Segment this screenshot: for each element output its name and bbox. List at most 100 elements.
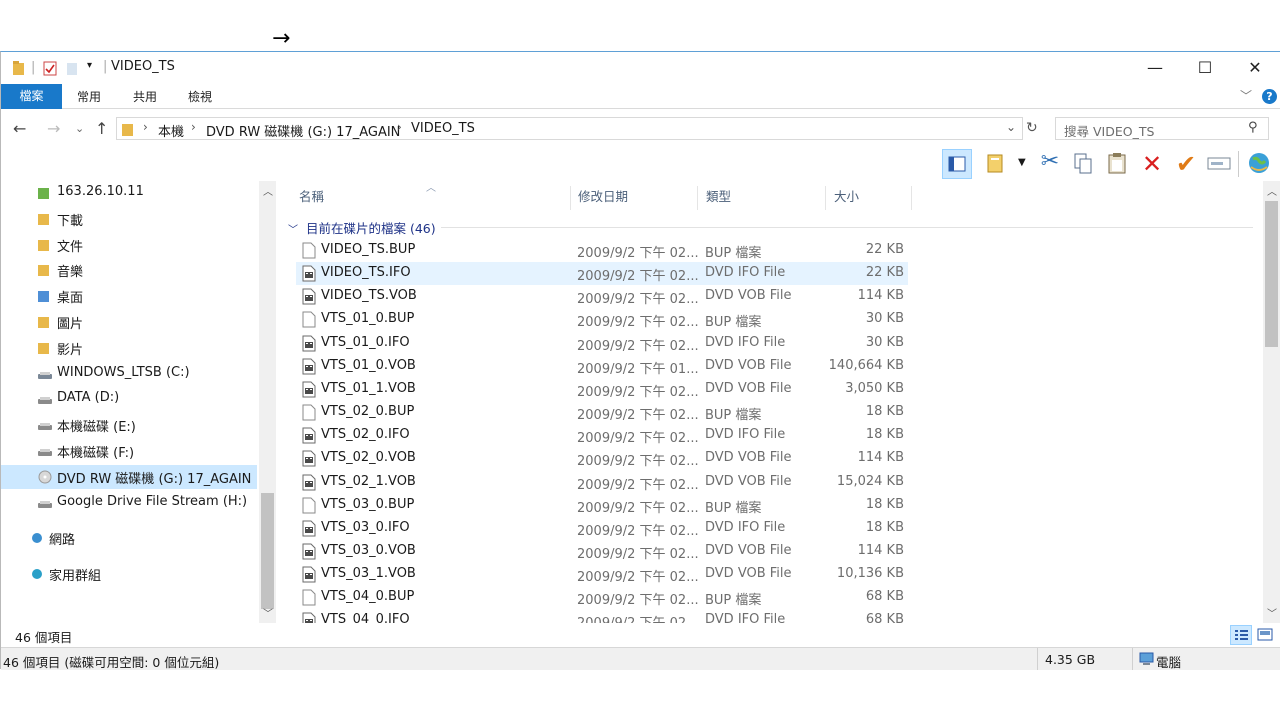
- nav-item[interactable]: 圖片: [1, 310, 257, 334]
- column-header-size[interactable]: 大小: [827, 186, 912, 210]
- file-row[interactable]: VTS_01_0.VOB 2009/9/2 下午 01... DVD VOB Fil…: [296, 355, 908, 378]
- file-row[interactable]: VTS_03_0.VOB 2009/9/2 下午 02... DVD VOB Fil…: [296, 540, 908, 563]
- file-list-scrollbar[interactable]: ︿ ﹀: [1263, 181, 1280, 623]
- media-file-icon: [302, 381, 316, 398]
- recent-locations-icon[interactable]: ⌄: [75, 122, 84, 135]
- nav-item-label: 本機磁碟 (F:): [57, 446, 135, 461]
- separator: [1238, 151, 1239, 177]
- scroll-down-icon[interactable]: ﹀: [263, 605, 273, 620]
- nav-item-label: 文件: [57, 239, 84, 255]
- music-folder-icon: [37, 263, 51, 277]
- tab-home[interactable]: 常用: [63, 85, 115, 109]
- file-size: 18 KB: [865, 519, 904, 535]
- breadcrumb-video-ts[interactable]: VIDEO_TS: [411, 121, 475, 136]
- file-row[interactable]: VTS_02_0.VOB 2009/9/2 下午 02... DVD VOB Fil…: [296, 447, 908, 470]
- properties-dropdown-icon[interactable]: ▼: [1018, 157, 1026, 168]
- properties-icon[interactable]: [43, 60, 57, 76]
- file-row[interactable]: VIDEO_TS.VOB 2009/9/2 下午 02... DVD VOB Fil…: [296, 285, 908, 308]
- refresh-icon[interactable]: ↻: [1026, 120, 1038, 136]
- search-input[interactable]: 搜尋 VIDEO_TS ⚲: [1055, 117, 1269, 140]
- address-dropdown-icon[interactable]: ⌄: [1006, 120, 1016, 134]
- delete-icon[interactable]: ✕: [1137, 149, 1167, 179]
- file-row[interactable]: VTS_02_1.VOB 2009/9/2 下午 02... DVD VOB Fil…: [296, 471, 908, 494]
- breadcrumb-dvd-drive[interactable]: DVD RW 磁碟機 (G:) 17_AGAIN: [206, 121, 400, 140]
- file-row[interactable]: VTS_03_0.IFO 2009/9/2 下午 02... DVD IFO Fil…: [296, 517, 908, 540]
- globe-icon[interactable]: [1245, 149, 1275, 179]
- nav-item[interactable]: 網路: [1, 526, 257, 550]
- nav-item[interactable]: 文件: [1, 233, 257, 257]
- nav-item[interactable]: 本機磁碟 (E:): [1, 413, 257, 437]
- file-row[interactable]: VTS_01_0.IFO 2009/9/2 下午 02... DVD IFO Fil…: [296, 332, 908, 355]
- file-size: 15,024 KB: [836, 473, 904, 489]
- customize-toolbar-icon[interactable]: ▾: [87, 60, 92, 71]
- tab-file[interactable]: 檔案: [1, 84, 62, 109]
- check-icon[interactable]: ✔: [1171, 149, 1201, 179]
- file-list-scroll-thumb[interactable]: [1265, 201, 1278, 347]
- file-row[interactable]: VTS_01_1.VOB 2009/9/2 下午 02... DVD VOB Fil…: [296, 378, 908, 401]
- new-folder-icon[interactable]: [65, 60, 79, 76]
- nav-item[interactable]: 桌面: [1, 284, 257, 308]
- details-view-icon[interactable]: [1230, 625, 1252, 645]
- up-button[interactable]: ↑: [95, 119, 108, 138]
- scroll-up-icon[interactable]: ︿: [263, 183, 273, 198]
- forward-button[interactable]: →: [47, 119, 60, 138]
- file-row[interactable]: VTS_01_0.BUP 2009/9/2 下午 02... BUP 檔案 30 KB: [296, 308, 908, 331]
- copy-icon[interactable]: [1069, 149, 1099, 179]
- nav-item[interactable]: DVD RW 磁碟機 (G:) 17_AGAIN: [1, 464, 257, 489]
- nav-item[interactable]: 下載: [1, 207, 257, 231]
- preview-pane-icon[interactable]: [942, 149, 972, 179]
- file-type: DVD VOB File: [705, 288, 792, 304]
- minimize-button[interactable]: —: [1131, 52, 1179, 83]
- nav-scrollbar[interactable]: ︿ ﹀: [259, 181, 276, 623]
- file-date: 2009/9/2 下午 02...: [577, 500, 699, 516]
- breadcrumb-this-pc[interactable]: 本機: [158, 121, 184, 140]
- file-row[interactable]: VTS_03_1.VOB 2009/9/2 下午 02... DVD VOB Fil…: [296, 563, 908, 586]
- nav-item[interactable]: 影片: [1, 336, 257, 360]
- group-label: 目前在碟片的檔案 (46): [305, 221, 436, 236]
- nav-item-label: 圖片: [57, 317, 84, 332]
- column-header-type[interactable]: 類型: [699, 186, 826, 210]
- nav-item[interactable]: 家用群組: [1, 562, 257, 586]
- large-icons-view-icon[interactable]: [1255, 626, 1275, 644]
- nav-item[interactable]: 163.26.10.11: [1, 181, 257, 205]
- back-button[interactable]: ←: [13, 119, 26, 138]
- nav-item[interactable]: 本機磁碟 (F:): [1, 439, 257, 463]
- column-header-date[interactable]: 修改日期: [571, 186, 698, 210]
- file-row[interactable]: VTS_03_0.BUP 2009/9/2 下午 02... BUP 檔案 18 KB: [296, 494, 908, 517]
- scroll-down-icon[interactable]: ﹀: [1267, 605, 1277, 620]
- help-icon[interactable]: ?: [1262, 89, 1277, 104]
- address-bar[interactable]: › 本機 › DVD RW 磁碟機 (G:) 17_AGAIN › VIDEO_…: [116, 117, 1023, 140]
- file-row[interactable]: VIDEO_TS.BUP 2009/9/2 下午 02... BUP 檔案 22 KB: [296, 239, 908, 262]
- file-row[interactable]: VTS_04_0.BUP 2009/9/2 下午 02... BUP 檔案 68 KB: [296, 586, 908, 609]
- file-row[interactable]: VTS_02_0.IFO 2009/9/2 下午 02... DVD IFO Fil…: [296, 424, 908, 447]
- tab-share[interactable]: 共用: [119, 85, 171, 109]
- breadcrumb-separator[interactable]: ›: [191, 120, 196, 134]
- tab-view[interactable]: 檢視: [173, 85, 227, 109]
- properties-icon[interactable]: [983, 149, 1013, 179]
- paste-icon[interactable]: [1103, 149, 1133, 179]
- breadcrumb-separator[interactable]: ›: [397, 120, 402, 134]
- nav-scroll-thumb[interactable]: [261, 493, 274, 609]
- file-name: VIDEO_TS.BUP: [321, 242, 416, 257]
- status-detail: 46 個項目 (磁碟可用空間: 0 個位元組): [3, 655, 220, 670]
- file-type: BUP 檔案: [705, 315, 762, 331]
- breadcrumb-separator[interactable]: ›: [143, 120, 148, 134]
- nav-item-label: DATA (D:): [57, 390, 120, 406]
- group-divider: [441, 227, 1253, 228]
- nav-item[interactable]: Google Drive File Stream (H:): [1, 491, 257, 515]
- file-type: BUP 檔案: [705, 246, 762, 261]
- group-header[interactable]: ﹀ 目前在碟片的檔案 (46): [288, 218, 436, 237]
- file-row[interactable]: VIDEO_TS.IFO 2009/9/2 下午 02... DVD IFO Fil…: [296, 262, 908, 286]
- file-row[interactable]: VTS_04_0.IFO 2009/9/2 下午 02... DVD IFO Fil…: [296, 609, 908, 623]
- maximize-button[interactable]: ☐: [1181, 52, 1229, 83]
- close-button[interactable]: ✕: [1231, 52, 1279, 83]
- rename-icon[interactable]: [1205, 149, 1235, 179]
- nav-item[interactable]: WINDOWS_LTSB (C:): [1, 362, 257, 386]
- nav-item[interactable]: DATA (D:): [1, 387, 257, 411]
- file-row[interactable]: VTS_02_0.BUP 2009/9/2 下午 02... BUP 檔案 18 KB: [296, 401, 908, 424]
- nav-item[interactable]: 音樂: [1, 258, 257, 282]
- column-header-name[interactable]: 名稱: [292, 186, 571, 210]
- cut-icon[interactable]: ✂: [1035, 149, 1065, 179]
- scroll-up-icon[interactable]: ︿: [1267, 183, 1277, 198]
- ribbon-expand-icon[interactable]: ﹀: [1240, 87, 1252, 104]
